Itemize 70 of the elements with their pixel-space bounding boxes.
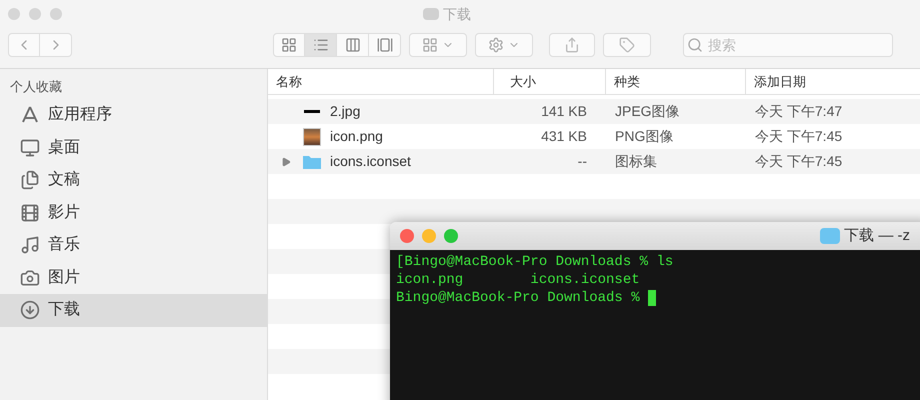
window-title: 下载 xyxy=(443,4,471,24)
close-button[interactable] xyxy=(400,229,414,243)
image-thumbnail-icon xyxy=(303,128,321,146)
column-header[interactable]: 大小 xyxy=(493,69,605,94)
desktop-icon xyxy=(20,138,40,158)
file-name: icon.png xyxy=(330,127,383,146)
tag-icon xyxy=(619,37,635,53)
sidebar-item[interactable]: 影片 xyxy=(0,196,267,229)
terminal-line: [Bingo@MacBook-Pro Downloads % ls xyxy=(396,253,674,271)
folder-icon xyxy=(302,154,322,170)
download-icon xyxy=(20,300,40,320)
file-name: 2.jpg xyxy=(330,102,360,121)
sidebar-item[interactable]: 桌面 xyxy=(0,132,267,164)
file-kind: 图标集 xyxy=(614,152,658,171)
arrange-button[interactable] xyxy=(409,33,467,57)
camera-icon xyxy=(20,268,40,288)
zoom-button[interactable] xyxy=(444,229,458,243)
app-store-icon xyxy=(20,105,40,126)
share-button[interactable] xyxy=(549,33,595,57)
close-button[interactable] xyxy=(8,8,20,20)
sidebar-item[interactable]: 下载 xyxy=(0,294,267,326)
tag-button[interactable] xyxy=(603,33,651,57)
file-kind: PNG图像 xyxy=(614,127,674,146)
view-mode-button[interactable] xyxy=(369,33,401,57)
search-icon xyxy=(687,37,703,53)
disclosure-triangle-icon[interactable] xyxy=(281,156,291,166)
sidebar-item[interactable]: 文稿 xyxy=(0,164,267,196)
column-view-icon xyxy=(344,37,360,53)
back-button[interactable] xyxy=(8,33,40,57)
forward-button[interactable] xyxy=(40,33,72,57)
column-header[interactable]: 添加日期 xyxy=(745,69,920,94)
file-row[interactable]: icons.iconset -- 图标集 今天 下午7:45 xyxy=(268,149,920,174)
gear-icon xyxy=(488,37,504,53)
file-size: 431 KB xyxy=(540,127,588,146)
file-date: 今天 下午7:45 xyxy=(754,127,844,146)
column-header[interactable]: 名称 xyxy=(268,69,493,94)
grid-view-icon xyxy=(281,37,297,53)
file-name: icons.iconset xyxy=(330,152,411,171)
file-date: 今天 下午7:47 xyxy=(754,102,844,121)
file-date: 今天 下午7:45 xyxy=(754,152,844,171)
view-mode-button[interactable] xyxy=(305,33,337,57)
window-title: 下载 — -z xyxy=(844,226,910,246)
file-size: 141 KB xyxy=(540,102,588,121)
column-header[interactable]: 种类 xyxy=(605,69,745,94)
documents-icon xyxy=(20,170,40,190)
gallery-view-icon xyxy=(376,37,392,53)
film-icon xyxy=(20,202,40,223)
music-note-icon xyxy=(20,235,40,256)
sidebar-item[interactable]: 应用程序 xyxy=(0,99,267,132)
grid-icon xyxy=(422,37,438,53)
file-row[interactable]: 2.jpg 141 KB JPEG图像 今天 下午7:47 xyxy=(268,99,920,124)
zoom-button[interactable] xyxy=(50,8,62,20)
share-icon xyxy=(564,37,580,53)
search-field[interactable]: 搜索 xyxy=(683,33,893,57)
file-thumbnail-icon xyxy=(304,110,320,113)
settings-button[interactable] xyxy=(475,33,533,57)
view-mode-button[interactable] xyxy=(273,33,305,57)
terminal-line: icon.png icons.iconset xyxy=(396,271,640,289)
sidebar-item[interactable]: 图片 xyxy=(0,262,267,294)
file-kind: JPEG图像 xyxy=(614,102,681,121)
terminal-line: Bingo@MacBook-Pro Downloads % xyxy=(396,289,641,307)
file-size: -- xyxy=(576,152,588,171)
sidebar-section-title: 个人收藏 xyxy=(9,78,63,96)
folder-icon xyxy=(423,8,439,20)
minimize-button[interactable] xyxy=(29,8,41,20)
minimize-button[interactable] xyxy=(422,229,436,243)
sidebar-item[interactable]: 音乐 xyxy=(0,229,267,262)
list-view-icon xyxy=(312,37,328,53)
view-mode-button[interactable] xyxy=(337,33,369,57)
folder-icon xyxy=(820,228,840,244)
